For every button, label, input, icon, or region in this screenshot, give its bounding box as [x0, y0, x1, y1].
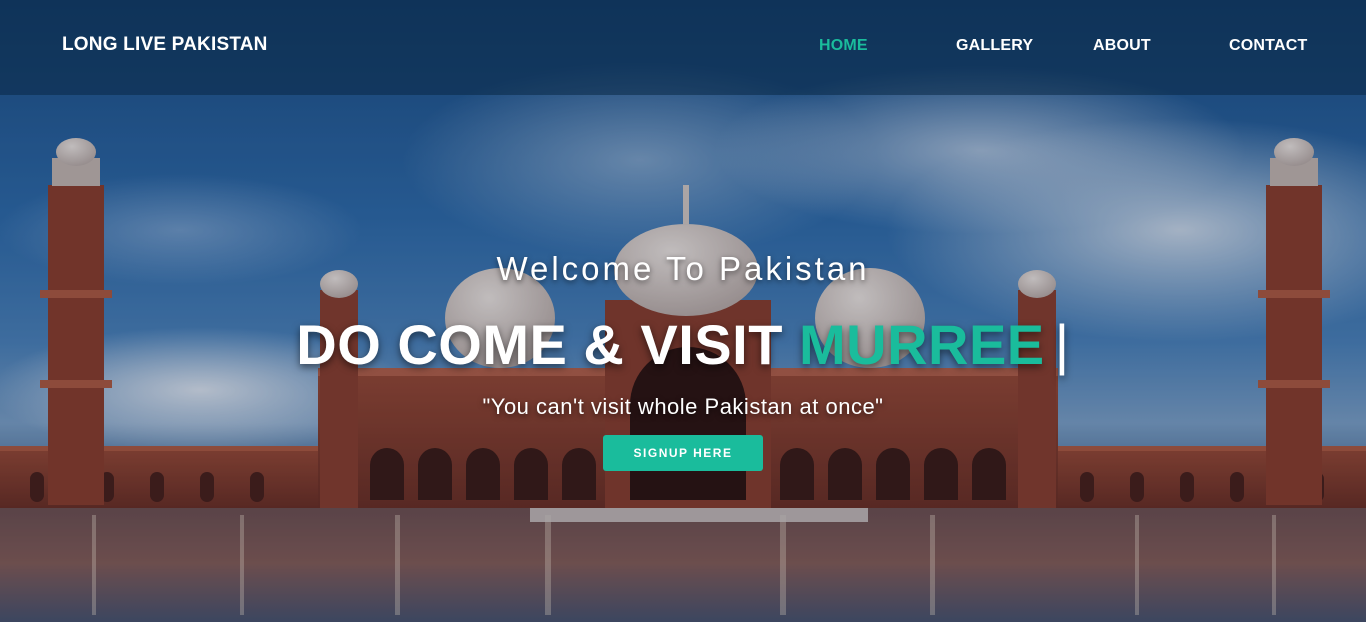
headline-prefix: DO COME & VISIT: [296, 313, 783, 376]
signup-button[interactable]: SIGNUP HERE: [603, 435, 763, 471]
nav-link-gallery[interactable]: GALLERY: [956, 37, 1033, 55]
welcome-heading: Welcome To Pakistan: [496, 250, 870, 287]
hero-headline: DO COME & VISIT MURREE |: [0, 312, 1366, 377]
typing-cursor: |: [1054, 313, 1070, 376]
nav-link-about[interactable]: ABOUT: [1093, 37, 1151, 55]
nav-link-contact[interactable]: CONTACT: [1229, 37, 1307, 55]
top-navbar: LONG LIVE PAKISTAN HOME GALLERY ABOUT CO…: [0, 0, 1366, 95]
nav-link-home[interactable]: HOME: [819, 37, 868, 55]
brand-logo-link[interactable]: LONG LIVE PAKISTAN: [62, 34, 268, 56]
hero-quote: "You can't visit whole Pakistan at once": [482, 394, 884, 419]
headline-destination: MURREE: [798, 313, 1045, 376]
